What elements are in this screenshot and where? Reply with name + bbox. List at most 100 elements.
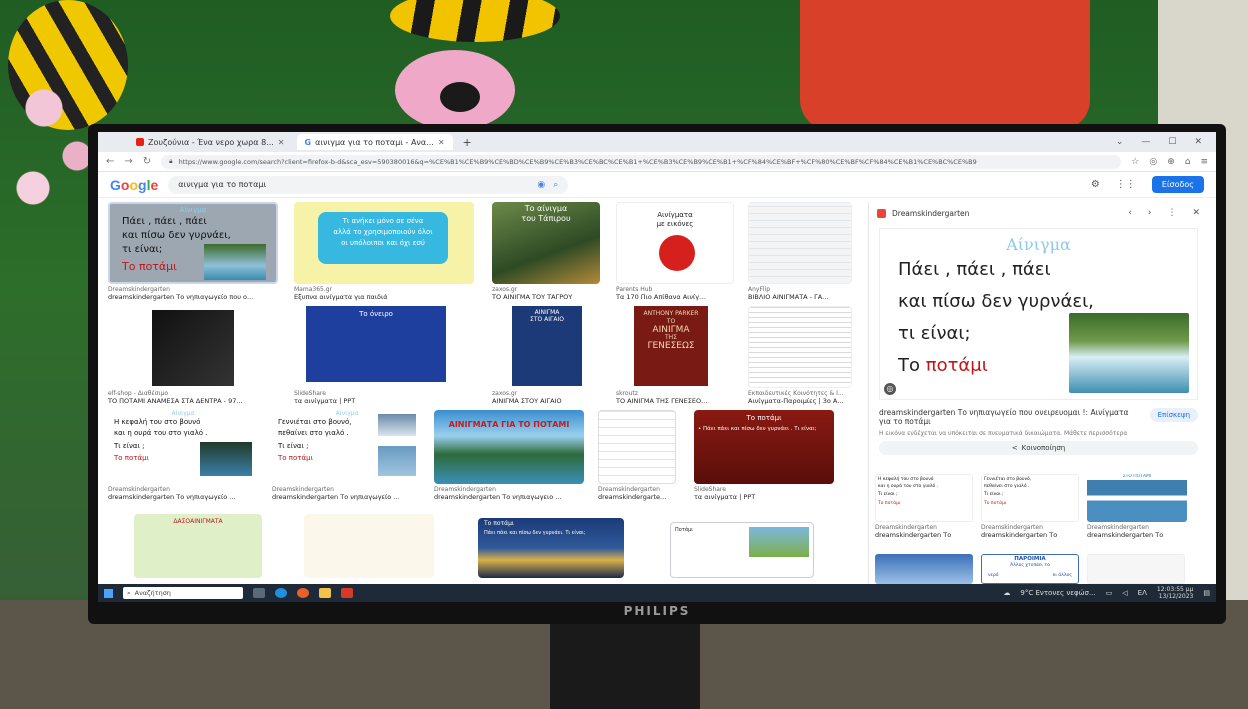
- result-thumbnail[interactable]: [108, 306, 278, 388]
- weather-icon[interactable]: ☁: [1003, 589, 1010, 597]
- reload-icon[interactable]: ↻: [143, 156, 151, 167]
- close-icon[interactable]: ✕: [278, 138, 285, 147]
- related-thumbnail[interactable]: [875, 554, 973, 584]
- star-icon[interactable]: ☆: [1131, 157, 1139, 167]
- notifications-icon[interactable]: ▤: [1203, 589, 1210, 597]
- result-thumbnail[interactable]: Το όνειρο: [294, 306, 474, 388]
- result-card[interactable]: Αίνιγμα Η κεφαλή του στο βουνό και η ουρ…: [108, 410, 258, 501]
- panel-title[interactable]: dreamskindergarten Το νηπιαγωγείο που ον…: [879, 408, 1142, 426]
- minimize-icon[interactable]: —: [1141, 137, 1150, 147]
- result-card[interactable]: ΔΑΣΟΑΙΝΙΓΜΑΤΑ: [134, 514, 262, 578]
- result-card[interactable]: elf-shop - Διαθέσιμο ΤΟ ΠΟΤΑΜΙ ΑΝΑΜΕΣΑ Σ…: [108, 306, 278, 405]
- panel-image[interactable]: Αίνιγμα Πάει , πάει , πάει και πίσω δεν …: [879, 228, 1198, 400]
- close-window-icon[interactable]: ✕: [1194, 137, 1202, 147]
- tab-zouzounia[interactable]: Ζουζούνια - Ένα νερο χωρα 8... ✕: [128, 134, 293, 150]
- result-thumbnail[interactable]: [748, 202, 852, 284]
- result-card[interactable]: Το ποτάμι • Πάει πάει και πίσω δεν γυρνά…: [694, 410, 834, 501]
- result-card[interactable]: AnyFlip ΒΙΒΛΙΟ ΑΙΝΙΓΜΑΤΑ - ΓΑ...: [748, 202, 852, 301]
- account-icon[interactable]: ⊕: [1167, 157, 1175, 167]
- close-icon[interactable]: ✕: [438, 138, 445, 147]
- address-field[interactable]: 🔒︎ https://www.google.com/search?client=…: [161, 154, 1122, 169]
- lens-icon[interactable]: ◎: [884, 383, 896, 395]
- maximize-icon[interactable]: ☐: [1168, 137, 1176, 147]
- result-thumbnail[interactable]: Ποτάμι: [670, 522, 814, 578]
- chevron-left-icon[interactable]: ‹: [1128, 208, 1132, 218]
- clock[interactable]: 12:03:55 μμ 13/12/2023: [1157, 586, 1194, 600]
- result-thumbnail[interactable]: ΑΙΝΙΓΜΑ ΣΤΟ ΑΙΓΑΙΟ: [492, 306, 600, 388]
- result-thumbnail[interactable]: Το ποτάμι Πάει πάει και πίσω δεν γυρνάει…: [478, 518, 624, 578]
- related-thumbnail[interactable]: [1087, 554, 1185, 584]
- lens-icon[interactable]: ◉: [537, 180, 545, 190]
- related-card[interactable]: [875, 554, 973, 584]
- related-card[interactable]: ΣΤΟ ΠΟΤΑΜΙ Dreamskindergarten dreamskind…: [1087, 474, 1187, 539]
- volume-icon[interactable]: ◁: [1122, 589, 1127, 597]
- result-thumbnail[interactable]: Το ποτάμι • Πάει πάει και πίσω δεν γυρνά…: [694, 410, 834, 484]
- task-view-icon[interactable]: [253, 588, 265, 598]
- menu-icon[interactable]: ≡: [1200, 157, 1208, 167]
- result-card[interactable]: Αίνιγμα Γεννιέται στο βουνό, πεθαίνει στ…: [272, 410, 422, 501]
- result-card[interactable]: Αίνιγμα Πάει , πάει , πάει και πίσω δεν …: [108, 202, 278, 301]
- share-button[interactable]: < Κοινοποίηση: [879, 441, 1198, 455]
- shield-icon[interactable]: ◎: [1149, 157, 1157, 167]
- result-thumbnail[interactable]: [304, 514, 434, 578]
- result-card[interactable]: ΑΙΝΙΓΜΑ ΣΤΟ ΑΙΓΑΙΟ zaxos.gr ΑΙΝΙΓΜΑ ΣΤΟΥ…: [492, 306, 600, 405]
- result-thumbnail[interactable]: [598, 410, 676, 484]
- related-thumbnail[interactable]: Η κεφαλή του στο βουνό και η ουρά του στ…: [875, 474, 973, 522]
- apps-icon[interactable]: ⋮⋮: [1116, 179, 1136, 190]
- settings-icon[interactable]: ⚙: [1091, 179, 1100, 190]
- close-icon[interactable]: ✕: [1192, 208, 1200, 218]
- language-indicator[interactable]: ΕΛ: [1138, 589, 1147, 597]
- result-card[interactable]: Το ποτάμι Πάει πάει και πίσω δεν γυρνάει…: [478, 518, 624, 578]
- related-card[interactable]: ΠΑΡΟΙΜΙΑ Άλλος χτυπάει το νερό κι άλλος: [981, 554, 1079, 584]
- result-thumbnail[interactable]: Το αίνιγμα του Τάπιρου: [492, 202, 600, 284]
- result-thumbnail[interactable]: ΔΑΣΟΑΙΝΙΓΜΑΤΑ: [134, 514, 262, 578]
- result-card[interactable]: [304, 514, 434, 578]
- result-thumbnail[interactable]: Τι ανήκει μόνο σε σένα αλλά το χρησιμοπο…: [294, 202, 474, 284]
- result-card[interactable]: ANTHONY PARKER ΤΟ ΑΙΝΙΓΜΑ ΤΗΣ ΓΕΝΕΣΕΩΣ s…: [616, 306, 734, 405]
- related-card[interactable]: [1087, 554, 1185, 584]
- thumb-text: Τι είναι ;: [278, 442, 309, 450]
- result-thumbnail[interactable]: Αίνιγμα Γεννιέται στο βουνό, πεθαίνει στ…: [272, 410, 422, 484]
- more-icon[interactable]: ⋮: [1167, 208, 1176, 218]
- result-card[interactable]: Το όνειρο SlideShare τα αινίγματα | PPT: [294, 306, 474, 405]
- result-card[interactable]: Εκπαιδευτικές Κοινότητες & Ι... Αινίγματ…: [748, 306, 852, 405]
- result-card[interactable]: ΑΙΝΙΓΜΑΤΑ ΓΙΑ ΤΟ ΠΟΤΑΜΙ Dreamskindergart…: [434, 410, 584, 501]
- result-thumbnail[interactable]: ANTHONY PARKER ΤΟ ΑΙΝΙΓΜΑ ΤΗΣ ΓΕΝΕΣΕΩΣ: [616, 306, 734, 388]
- result-thumbnail[interactable]: Αίνιγμα Η κεφαλή του στο βουνό και η ουρ…: [108, 410, 258, 484]
- result-thumbnail[interactable]: Αινίγματα με εικόνες: [616, 202, 734, 284]
- related-card[interactable]: Η κεφαλή του στο βουνό και η ουρά του στ…: [875, 474, 973, 539]
- result-thumbnail[interactable]: Αίνιγμα Πάει , πάει , πάει και πίσω δεν …: [108, 202, 278, 284]
- back-icon[interactable]: ←: [106, 156, 114, 167]
- chevron-right-icon[interactable]: ›: [1148, 208, 1152, 218]
- related-thumbnail[interactable]: ΣΤΟ ΠΟΤΑΜΙ: [1087, 474, 1187, 522]
- edge-icon[interactable]: [275, 588, 287, 598]
- extensions-icon[interactable]: ⌂: [1185, 157, 1191, 167]
- related-thumbnail[interactable]: Γεννιέται στο βουνό, πεθαίνει στο γιαλό …: [981, 474, 1079, 522]
- result-card[interactable]: Dreamskindergarten dreamskindergarte...: [598, 410, 676, 501]
- weather-text[interactable]: 9°C Εντονες νεφώσ...: [1020, 589, 1095, 597]
- result-thumbnail[interactable]: [748, 306, 852, 388]
- tab-google-search[interactable]: G αινιγμα για το ποταμι - Ανα... ✕: [296, 134, 453, 150]
- windows-start-icon[interactable]: [104, 588, 113, 598]
- app-icon[interactable]: [341, 588, 353, 598]
- result-card[interactable]: Αινίγματα με εικόνες Parents Hub Τα 170 …: [616, 202, 734, 301]
- related-thumbnail[interactable]: ΠΑΡΟΙΜΙΑ Άλλος χτυπάει το νερό κι άλλος: [981, 554, 1079, 584]
- result-thumbnail[interactable]: ΑΙΝΙΓΜΑΤΑ ΓΙΑ ΤΟ ΠΟΤΑΜΙ: [434, 410, 584, 484]
- chevron-down-icon[interactable]: ⌄: [1116, 137, 1124, 147]
- result-card[interactable]: Τι ανήκει μόνο σε σένα αλλά το χρησιμοπο…: [294, 202, 474, 301]
- panel-site[interactable]: Dreamskindergarten: [892, 209, 969, 218]
- search-input[interactable]: αινιγμα για το ποταμι ◉ ⌕: [168, 175, 569, 194]
- forward-icon[interactable]: →: [124, 156, 132, 167]
- taskbar-search[interactable]: ⌕ Αναζήτηση: [123, 587, 243, 599]
- google-logo[interactable]: Google: [110, 177, 158, 193]
- result-card[interactable]: Ποτάμι: [670, 522, 814, 578]
- new-tab-button[interactable]: +: [457, 136, 478, 149]
- signin-button[interactable]: Είσοδος: [1151, 176, 1204, 193]
- visit-button[interactable]: Επίσκεψη: [1149, 408, 1198, 422]
- related-card[interactable]: Γεννιέται στο βουνό, πεθαίνει στο γιαλό …: [981, 474, 1079, 539]
- file-explorer-icon[interactable]: [319, 588, 331, 598]
- firefox-icon[interactable]: [297, 588, 309, 598]
- search-icon[interactable]: ⌕: [553, 180, 558, 190]
- network-icon[interactable]: ▭: [1106, 589, 1113, 597]
- result-card[interactable]: Το αίνιγμα του Τάπιρου zaxos.gr ΤΟ ΑΙΝΙΓ…: [492, 202, 600, 301]
